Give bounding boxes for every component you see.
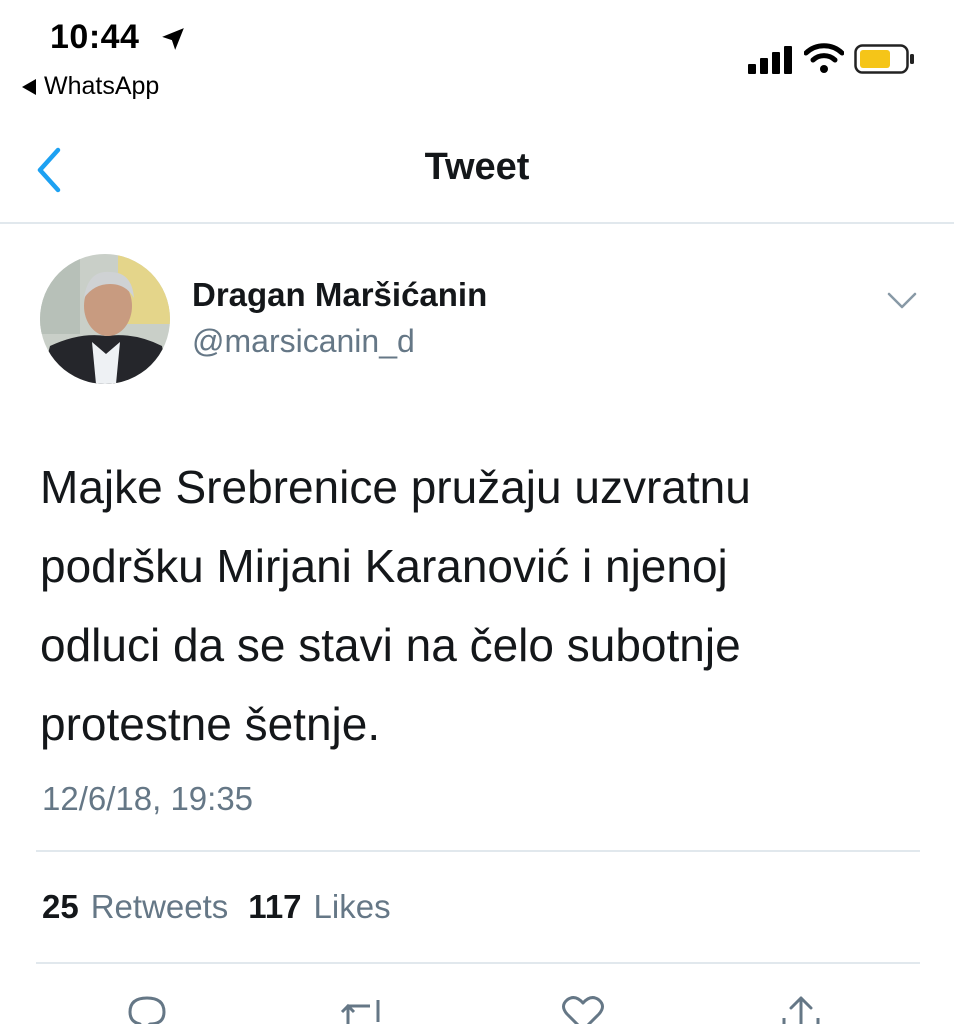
divider bbox=[36, 850, 920, 852]
status-bar: 10:44 WhatsApp bbox=[0, 0, 954, 110]
reply-icon[interactable] bbox=[124, 994, 170, 1024]
chevron-down-icon[interactable] bbox=[886, 290, 918, 312]
tweet-text-line: Majke Srebrenice pružaju uzvratnu bbox=[40, 461, 751, 513]
location-arrow-icon bbox=[162, 28, 184, 50]
cellular-signal-icon bbox=[748, 46, 792, 74]
back-app-label: WhatsApp bbox=[44, 72, 160, 100]
retweets-label[interactable]: Retweets bbox=[91, 888, 229, 926]
heart-icon[interactable] bbox=[560, 994, 606, 1024]
status-time: 10:44 bbox=[50, 18, 140, 56]
back-to-app-link[interactable]: WhatsApp bbox=[22, 72, 159, 101]
retweet-icon[interactable] bbox=[340, 994, 386, 1024]
tweet-stats: 25 Retweets 117 Likes bbox=[42, 888, 399, 926]
tweet-timestamp: 12/6/18, 19:35 bbox=[42, 780, 254, 817]
display-name[interactable]: Dragan Maršićanin bbox=[192, 276, 487, 314]
wifi-icon bbox=[804, 43, 844, 73]
page-title: Tweet bbox=[424, 146, 530, 188]
avatar-image bbox=[40, 254, 170, 384]
divider bbox=[36, 962, 920, 964]
share-icon[interactable] bbox=[778, 994, 824, 1024]
tweet-text-line: odluci da se stavi na čelo subotnje bbox=[40, 619, 741, 671]
tweet-text-line: protestne šetnje. bbox=[40, 698, 381, 750]
tweet-text: Majke Srebrenice pružaju uzvratnu podršk… bbox=[40, 448, 920, 764]
user-handle[interactable]: @marsicanin_d bbox=[192, 323, 415, 360]
retweets-count[interactable]: 25 bbox=[42, 888, 79, 926]
likes-label[interactable]: Likes bbox=[314, 888, 391, 926]
likes-count[interactable]: 117 bbox=[248, 888, 301, 926]
navigation-bar: Tweet bbox=[0, 120, 954, 224]
tweet-text-line: podršku Mirjani Karanović i njenoj bbox=[40, 540, 728, 592]
battery-icon bbox=[854, 44, 914, 74]
back-triangle-icon bbox=[22, 78, 36, 95]
avatar[interactable] bbox=[40, 254, 170, 384]
